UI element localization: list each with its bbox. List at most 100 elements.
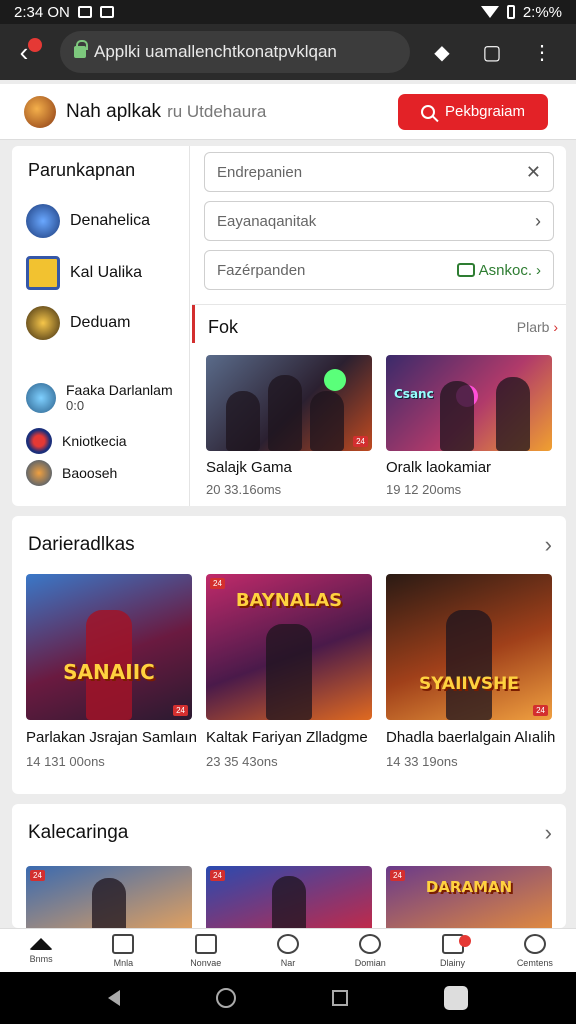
battery-text: 2:%% (522, 3, 562, 21)
game-card[interactable]: SANAIIC 24 Parlakan Jsrajan Samlaın 14 1… (26, 574, 197, 769)
system-back-icon[interactable] (108, 990, 120, 1006)
game-card[interactable]: BAYNALAS 24 Kaltak Fariyan Zlladgme 23 3… (206, 574, 372, 769)
category-face-icon (26, 306, 60, 340)
rating-badge: 24 (210, 870, 225, 881)
search-button[interactable]: Pekbgraiam (398, 93, 548, 130)
address-bar[interactable]: Applki uamallenchtkonatpvklqan (60, 31, 410, 73)
search-button-label: Pekbgraiam (444, 103, 526, 120)
nav-label: Bnms (29, 953, 53, 964)
clear-icon[interactable]: ✕ (526, 162, 541, 183)
game-card[interactable]: Csanc Oralk laokamiar 19 12 20oms (386, 355, 552, 497)
nav-close-box[interactable]: Nonvae (165, 929, 247, 972)
nav-label: Nonvae (190, 957, 222, 968)
sidebar-item-label: Kniotkecia (62, 433, 127, 449)
url-text: Applki uamallenchtkonatpvklqan (94, 42, 337, 61)
sidebar-item-4[interactable]: Kniotkecia (26, 428, 127, 454)
section-title: Darieradlkas (28, 534, 135, 555)
sidebar-title: Parunkapnan (28, 160, 136, 180)
game-art-title: DARAMAN (425, 878, 513, 896)
character-figure (446, 610, 492, 720)
game-title: Kaltak Fariyan Zlladgme (206, 729, 368, 746)
active-marker (192, 305, 195, 343)
nav-cart[interactable]: Dlainy (411, 929, 493, 972)
game-thumbnail: 24 (206, 355, 372, 451)
featured-more-link[interactable]: Plarb › (517, 319, 558, 335)
back-arrow-icon: ‹ (19, 36, 29, 67)
rating-badge: 24 (353, 436, 368, 447)
notification-badge (458, 935, 471, 947)
browser-toolbar: ‹ Applki uamallenchtkonatpvklqan ◆ ▢ ⋮ (0, 24, 576, 80)
game-art-title: SANAIIC (63, 660, 155, 684)
nav-label: Dlainy (440, 957, 466, 968)
game-meta: 14 33 19ons (386, 754, 458, 769)
featured-more-label: Plarb (516, 319, 550, 335)
site-header: Nah aplkak ru Utdehaura Pekbgraiam (0, 84, 576, 140)
rating-badge: 24 (533, 705, 548, 716)
sidebar-item-sub: 0:0 (66, 398, 85, 413)
search-icon (420, 104, 435, 119)
chevron-right-icon[interactable]: › (545, 532, 552, 558)
category-globe-icon (26, 382, 56, 413)
nav-home[interactable]: Bnms (0, 929, 82, 972)
back-button[interactable]: ‹ (0, 28, 48, 76)
nav-favorites[interactable]: Nar (247, 929, 329, 972)
sidebar-item-0[interactable]: Denahelica (26, 204, 150, 238)
filter-field-2[interactable]: Fazérpanden Asnkoc. › (204, 250, 554, 290)
game-card[interactable]: 24 (26, 866, 192, 928)
system-recents-icon[interactable] (332, 990, 348, 1006)
filter-pill[interactable]: Asnkoc. › (456, 262, 541, 279)
game-title: Dhadla baerlalgain Alıalih (386, 729, 556, 746)
rating-badge: 24 (173, 705, 188, 716)
game-card[interactable]: SYAIIVSHE 24 Dhadla baerlalgain Alıalih … (386, 574, 555, 769)
nav-label: Mnla (113, 957, 134, 968)
message-icon (99, 6, 114, 18)
game-card[interactable]: 24 Salajk Gama 20 33.16oms (206, 355, 372, 497)
tab-count-badge (28, 38, 42, 52)
sidebar-item-label: Deduam (70, 314, 131, 331)
game-thumbnail: SANAIIC 24 (26, 574, 192, 720)
site-logo[interactable] (24, 95, 56, 128)
sidebar-item-label: Baooseh (62, 465, 118, 481)
sidebar-item-5[interactable]: Baooseh (26, 460, 117, 486)
wifi-icon (480, 6, 499, 18)
notification-icon (77, 6, 92, 18)
game-thumbnail: 24 (26, 866, 192, 928)
tabs-icon[interactable]: ▢ (480, 40, 504, 64)
list-icon (112, 933, 135, 954)
bookmark-icon[interactable]: ◆ (430, 40, 454, 64)
sidebar-item-label: Denahelica (70, 212, 151, 229)
game-section-2: Kalecaringa › 24 24 24 DARAMAN (12, 804, 566, 928)
filter-field-1[interactable]: Eayanaqanitak › (204, 201, 554, 241)
home-icon (29, 937, 54, 950)
nav-domain[interactable]: Domian (329, 929, 411, 972)
chevron-right-icon[interactable]: › (535, 211, 541, 232)
chevron-right-icon[interactable]: › (545, 820, 552, 846)
game-title: Oralk laokamiar (386, 459, 492, 476)
game-thumbnail: BAYNALAS 24 (206, 574, 372, 720)
more-vert-icon[interactable]: ⋮ (530, 40, 554, 64)
ticket-icon (456, 263, 475, 277)
game-card[interactable]: 24 DARAMAN (386, 866, 552, 928)
nav-account[interactable]: Cemtens (494, 929, 576, 972)
status-time: 2:34 ON (14, 3, 70, 21)
filter-field-0[interactable]: Endrepanien ✕ (204, 152, 554, 192)
app-shortcut-icon[interactable] (444, 986, 468, 1010)
system-home-icon[interactable] (216, 988, 236, 1008)
sidebar-item-1[interactable]: Kal Ualika (26, 256, 142, 290)
nav-list[interactable]: Mnla (82, 929, 164, 972)
site-subtitle: ru Utdehaura (167, 101, 267, 121)
game-meta: 20 33.16oms (206, 482, 282, 497)
game-card[interactable]: 24 (206, 866, 372, 928)
category-box-icon (26, 256, 60, 290)
featured-title: Fok (208, 317, 239, 337)
sidebar-item-3[interactable]: Faaka Darlanlam 0:0 (26, 382, 173, 413)
game-title: Parlakan Jsrajan Samlaın (26, 729, 197, 746)
person-icon (523, 933, 546, 954)
heart-icon (276, 933, 299, 954)
category-panel: Parunkapnan Denahelica Kal Ualika Deduam… (12, 146, 566, 506)
sidebar-item-2[interactable]: Deduam (26, 306, 130, 340)
sidebar-item-label: Kal Ualika (70, 264, 143, 281)
character-figure (310, 391, 344, 451)
nav-label: Cemtens (516, 957, 553, 968)
game-meta: 14 131 00ons (26, 754, 105, 769)
